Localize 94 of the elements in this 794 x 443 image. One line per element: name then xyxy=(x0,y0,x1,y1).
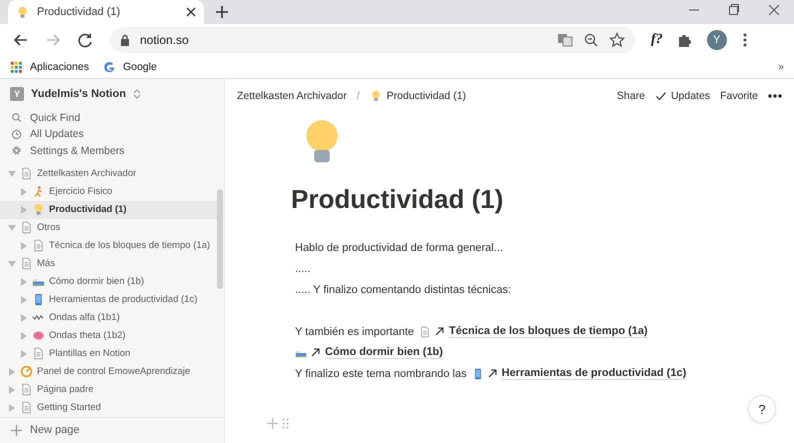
sidebar-page-item[interactable]: Página padre xyxy=(0,380,217,399)
close-icon[interactable] xyxy=(186,7,196,17)
sidebar-page-item[interactable]: Cómo dormir bien (1b) xyxy=(0,272,217,291)
disclosure-triangle-icon[interactable] xyxy=(20,242,28,250)
page-icon xyxy=(20,257,33,270)
disclosure-triangle-icon[interactable] xyxy=(20,350,28,358)
breadcrumb-link[interactable]: Productividad (1) xyxy=(370,90,466,102)
page-icon xyxy=(20,221,33,234)
page-link[interactable]: Técnica de los bloques de tiempo (1a) xyxy=(449,325,648,338)
brain-icon xyxy=(32,329,45,342)
disclosure-triangle-icon[interactable] xyxy=(8,368,16,376)
sidebar-page-item[interactable]: Técnica de los bloques de tiempo (1a) xyxy=(0,236,217,255)
google-icon xyxy=(102,60,116,74)
breadcrumb-separator: / xyxy=(356,90,360,102)
link-arrow-icon xyxy=(434,326,446,337)
new-page-button[interactable]: New page xyxy=(0,416,224,443)
disclosure-triangle-icon[interactable] xyxy=(20,332,28,340)
topbar-action-button[interactable]: Favorite xyxy=(720,90,758,102)
disclosure-triangle-icon[interactable] xyxy=(8,260,16,268)
paragraph-text: Hablo de productividad de forma general... xyxy=(295,242,503,254)
sidebar-menu-item[interactable]: Quick Find xyxy=(0,110,224,126)
plus-icon xyxy=(11,424,22,436)
more-bookmarks-button[interactable]: » xyxy=(778,61,784,73)
sidebar-page-item[interactable]: Plantillas en Notion xyxy=(0,344,217,363)
more-options-icon[interactable] xyxy=(768,94,782,98)
disclosure-triangle-icon[interactable] xyxy=(20,314,28,322)
translate-icon[interactable] xyxy=(557,32,573,48)
apps-grid-icon xyxy=(10,60,23,74)
sidebar-page-item[interactable]: Productividad (1) xyxy=(0,200,217,219)
sidebar-page-item[interactable]: Panel de control EmoweAprendizaje xyxy=(0,362,217,381)
check-icon xyxy=(654,90,667,102)
page-link[interactable]: Herramientas de productividad (1c) xyxy=(502,367,686,380)
chevron-up-down-icon[interactable] xyxy=(132,89,141,100)
bookmark-link[interactable]: Aplicaciones xyxy=(10,60,89,74)
disclosure-triangle-icon[interactable] xyxy=(20,278,28,286)
lightbulb-icon xyxy=(16,6,29,18)
sidebar-page-item[interactable]: Herramientas de productividad (1c) xyxy=(0,290,217,309)
workspace-badge: Y xyxy=(10,87,24,102)
add-block-icon[interactable] xyxy=(267,418,278,429)
search-icon xyxy=(11,112,22,124)
sidebar-page-item[interactable]: Getting Started xyxy=(0,398,217,417)
disclosure-triangle-icon[interactable] xyxy=(8,386,16,394)
sidebar-menu-item[interactable]: Settings & Members xyxy=(0,142,224,159)
address-bar[interactable]: notion.so xyxy=(110,27,635,53)
sidebar-page-item[interactable]: Ejercicio Fisico xyxy=(0,182,217,201)
page-icon xyxy=(32,347,45,360)
lock-icon xyxy=(120,34,130,46)
topbar-action-button[interactable]: Share xyxy=(616,90,645,102)
browser-tab[interactable]: Productividad (1) xyxy=(8,0,204,24)
page-icon xyxy=(20,401,33,414)
page-icon xyxy=(32,239,45,252)
drag-handle-icon[interactable] xyxy=(282,418,289,429)
paragraph-text: ..... xyxy=(295,262,310,274)
menu-icon[interactable] xyxy=(742,32,747,48)
star-icon[interactable] xyxy=(609,32,625,48)
settings-icon xyxy=(11,145,22,156)
page-link[interactable]: Cómo dormir bien (1b) xyxy=(325,346,443,359)
sidebar-page-item[interactable]: Zettelkasten Archivador xyxy=(0,164,217,183)
bookmark-link[interactable]: Google xyxy=(102,60,157,74)
sidebar-page-item[interactable]: Más xyxy=(0,254,217,273)
disclosure-triangle-icon[interactable] xyxy=(8,224,16,232)
runner-icon xyxy=(32,185,45,198)
disclosure-triangle-icon[interactable] xyxy=(20,206,28,214)
page-icon xyxy=(20,167,33,180)
link-arrow-icon xyxy=(486,368,498,379)
topbar-action-button[interactable]: Updates xyxy=(654,90,710,102)
scrollbar-thumb[interactable] xyxy=(217,188,223,289)
profile-avatar[interactable]: Y xyxy=(706,30,727,50)
zoom-out-icon[interactable] xyxy=(583,32,599,48)
lightbulb-icon xyxy=(32,203,45,216)
disclosure-triangle-icon[interactable] xyxy=(20,296,28,304)
extension-button[interactable]: f? xyxy=(651,32,663,48)
gauge-icon xyxy=(20,365,33,378)
page-icon xyxy=(20,383,33,396)
paragraph-text: Y también es importante xyxy=(295,326,414,338)
disclosure-triangle-icon[interactable] xyxy=(8,404,16,412)
sidebar-page-item[interactable]: Ondas alfa (1b1) xyxy=(0,308,217,327)
help-button[interactable]: ? xyxy=(748,395,776,423)
page-title: Productividad (1) xyxy=(291,184,504,215)
sidebar-menu-item[interactable]: All Updates xyxy=(0,126,224,142)
paragraph-text: Y finalizo este tema nombrando las xyxy=(295,368,467,380)
link-arrow-icon xyxy=(310,347,321,358)
workspace-name[interactable]: Yudelmis's Notion xyxy=(31,88,126,100)
new-tab-icon[interactable] xyxy=(216,6,228,18)
disclosure-triangle-icon[interactable] xyxy=(8,170,16,178)
clock-icon xyxy=(11,128,22,140)
sidebar-page-item[interactable]: Ondas theta (1b2) xyxy=(0,326,217,345)
breadcrumb-link[interactable]: Zettelkasten Archivador xyxy=(237,90,347,102)
disclosure-triangle-icon[interactable] xyxy=(20,188,28,196)
lightbulb-icon xyxy=(370,90,382,102)
page-icon xyxy=(419,326,432,338)
paragraph-text: ..... Y finalizo comentando distintas técnicas: xyxy=(295,284,512,296)
sidebar-page-item[interactable]: Otros xyxy=(0,218,217,237)
puzzle-icon[interactable] xyxy=(676,32,693,48)
